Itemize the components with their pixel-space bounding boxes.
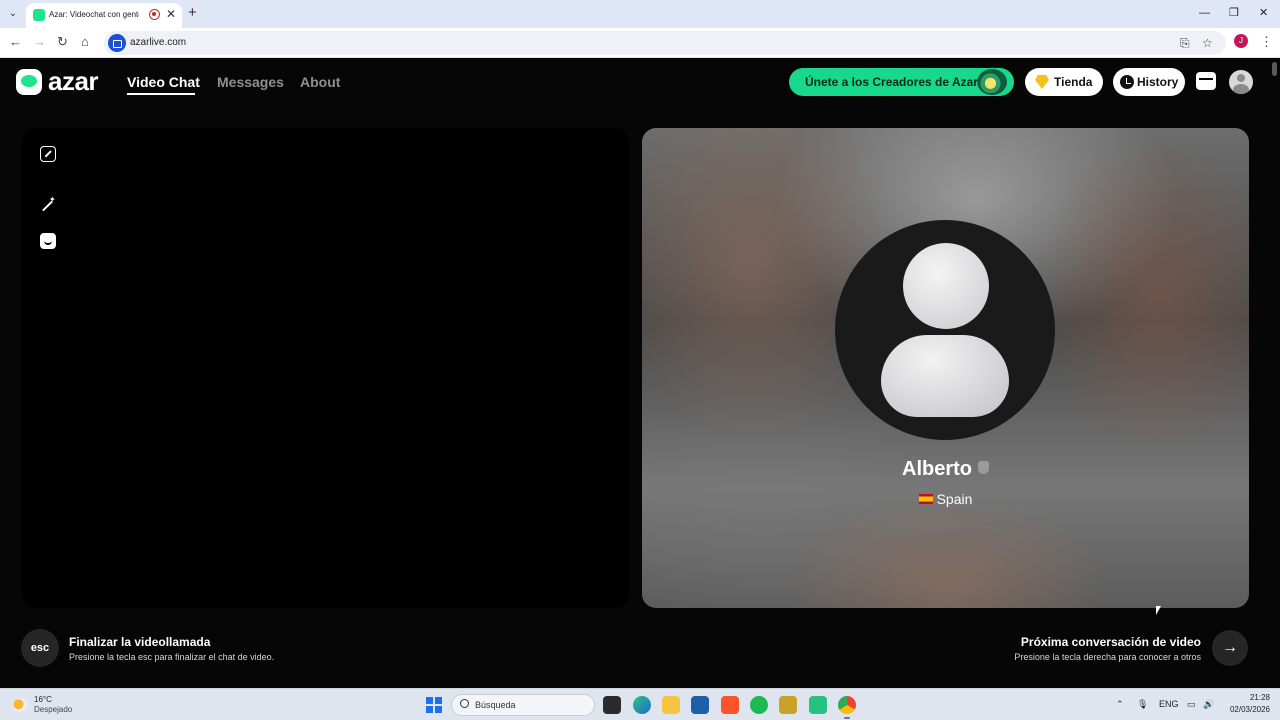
- active-nav-underline: [127, 93, 195, 95]
- join-creators-button[interactable]: Únete a los Creadores de Azar: [789, 68, 1014, 96]
- nav-about[interactable]: About: [300, 73, 340, 91]
- volume-icon[interactable]: 🔊: [1203, 698, 1214, 710]
- next-chat-description: Presione la tecla derecha para conocer a…: [1014, 652, 1201, 662]
- back-arrow-icon[interactable]: ←: [9, 34, 22, 50]
- close-window-button[interactable]: ✕: [1259, 5, 1268, 21]
- task-view-icon[interactable]: [603, 696, 621, 714]
- history-label: History: [1137, 75, 1179, 89]
- azar-logo-icon[interactable]: [16, 69, 42, 95]
- store-button[interactable]: Tienda: [1025, 68, 1103, 96]
- verified-shield-icon: [978, 461, 989, 474]
- tray-overflow-icon[interactable]: ⌃: [1116, 698, 1124, 710]
- spain-flag-icon: [918, 494, 933, 504]
- weather-description[interactable]: Despejado: [34, 705, 72, 715]
- home-icon[interactable]: ⌂: [81, 34, 89, 50]
- peer-name-row: Alberto: [642, 456, 1249, 482]
- taskbar-date[interactable]: 02/03/2026: [1226, 705, 1270, 715]
- taskbar-search-box[interactable]: Búsqueda: [451, 694, 595, 716]
- brave-browser-icon[interactable]: [721, 696, 739, 714]
- reload-icon[interactable]: ↻: [57, 34, 68, 50]
- browser-profile-avatar[interactable]: J: [1234, 34, 1248, 48]
- tab-close-icon[interactable]: ✕: [166, 7, 176, 21]
- collapse-video-icon[interactable]: [40, 146, 56, 162]
- recording-indicator-icon: [149, 9, 160, 20]
- face-filter-icon[interactable]: [40, 233, 56, 249]
- new-tab-button[interactable]: +: [188, 4, 197, 22]
- browser-toolbar: ← → ↻ ⌂ azarlive.com ⎘ ☆ J ⋮: [0, 28, 1280, 58]
- microphone-icon[interactable]: 🎙: [1137, 698, 1148, 710]
- tab-search-icon[interactable]: ⌄: [6, 7, 20, 21]
- store-label: Tienda: [1054, 75, 1093, 89]
- windows-start-icon[interactable]: [426, 697, 442, 713]
- file-explorer-icon[interactable]: [662, 696, 680, 714]
- gem-icon: [1035, 75, 1049, 89]
- notepad-app-icon[interactable]: [779, 696, 797, 714]
- clock-icon: [1120, 75, 1134, 89]
- weather-moon-icon[interactable]: [12, 698, 28, 712]
- peer-avatar-placeholder: [835, 220, 1055, 440]
- creators-badge-icon: [977, 69, 1007, 95]
- end-call-esc-button[interactable]: esc: [21, 629, 59, 667]
- peer-country: Spain: [936, 491, 973, 507]
- self-video-panel: [22, 128, 629, 608]
- browser-tab-strip: ⌄ Azar: Videochat con gente ✕ + — ❐ ✕: [0, 0, 1280, 28]
- taskbar-search-placeholder: Búsqueda: [475, 700, 516, 710]
- spotify-icon[interactable]: [750, 696, 768, 714]
- azar-page: azar Video Chat Messages About Únete a l…: [0, 58, 1280, 688]
- microsoft-store-icon[interactable]: [691, 696, 709, 714]
- url-text[interactable]: azarlive.com: [130, 36, 186, 50]
- address-bar[interactable]: azarlive.com ⎘ ☆: [104, 31, 1226, 55]
- nav-video-chat[interactable]: Video Chat: [127, 73, 200, 91]
- peer-video-panel: Alberto Spain: [642, 128, 1249, 608]
- azar-logo-text[interactable]: azar: [48, 66, 99, 96]
- end-call-description: Presione la tecla esc para finalizar el …: [69, 652, 275, 662]
- peer-country-row: Spain: [642, 490, 1249, 508]
- nav-messages[interactable]: Messages: [217, 73, 284, 91]
- browser-menu-icon[interactable]: ⋮: [1260, 34, 1273, 50]
- search-icon: [460, 699, 469, 708]
- mouse-cursor-icon: [1156, 606, 1161, 615]
- weather-temperature[interactable]: 16°C: [34, 695, 52, 705]
- tab-title: Azar: Videochat con gente: [49, 10, 139, 19]
- taskbar-time[interactable]: 21:28: [1240, 693, 1270, 703]
- inbox-icon[interactable]: [1196, 72, 1216, 90]
- end-call-title: Finalizar la videollamada: [69, 635, 211, 649]
- bookmark-star-icon[interactable]: ☆: [1202, 35, 1213, 51]
- language-indicator[interactable]: ENG: [1159, 698, 1179, 710]
- tradingview-app-icon[interactable]: [809, 696, 827, 714]
- minimize-window-button[interactable]: —: [1199, 5, 1210, 21]
- install-app-icon[interactable]: ⎘: [1180, 35, 1190, 51]
- chrome-browser-icon[interactable]: [838, 696, 856, 714]
- windows-taskbar: 16°C Despejado Búsqueda ⌃ 🎙 ENG ▭ 🔊 21:2…: [0, 688, 1280, 720]
- peer-name[interactable]: Alberto: [902, 458, 972, 480]
- browser-tab-azar[interactable]: Azar: Videochat con gente ✕: [26, 3, 182, 28]
- page-scrollbar[interactable]: [1272, 62, 1277, 76]
- network-icon[interactable]: ▭: [1187, 698, 1196, 710]
- next-chat-button[interactable]: →: [1212, 630, 1248, 666]
- forward-arrow-icon[interactable]: →: [33, 34, 46, 50]
- avatar-head-shape: [903, 243, 989, 329]
- history-button[interactable]: History: [1113, 68, 1185, 96]
- user-avatar-icon[interactable]: [1229, 70, 1253, 94]
- chrome-running-indicator: [844, 717, 850, 719]
- next-chat-title: Próxima conversación de video: [1020, 635, 1201, 649]
- edge-browser-icon[interactable]: [633, 696, 651, 714]
- magic-wand-icon[interactable]: [40, 195, 56, 214]
- maximize-window-button[interactable]: ❐: [1229, 5, 1239, 21]
- site-info-icon[interactable]: [108, 34, 126, 52]
- azar-favicon-icon: [33, 9, 45, 21]
- join-creators-label: Únete a los Creadores de Azar: [805, 75, 978, 89]
- avatar-body-shape: [881, 335, 1009, 417]
